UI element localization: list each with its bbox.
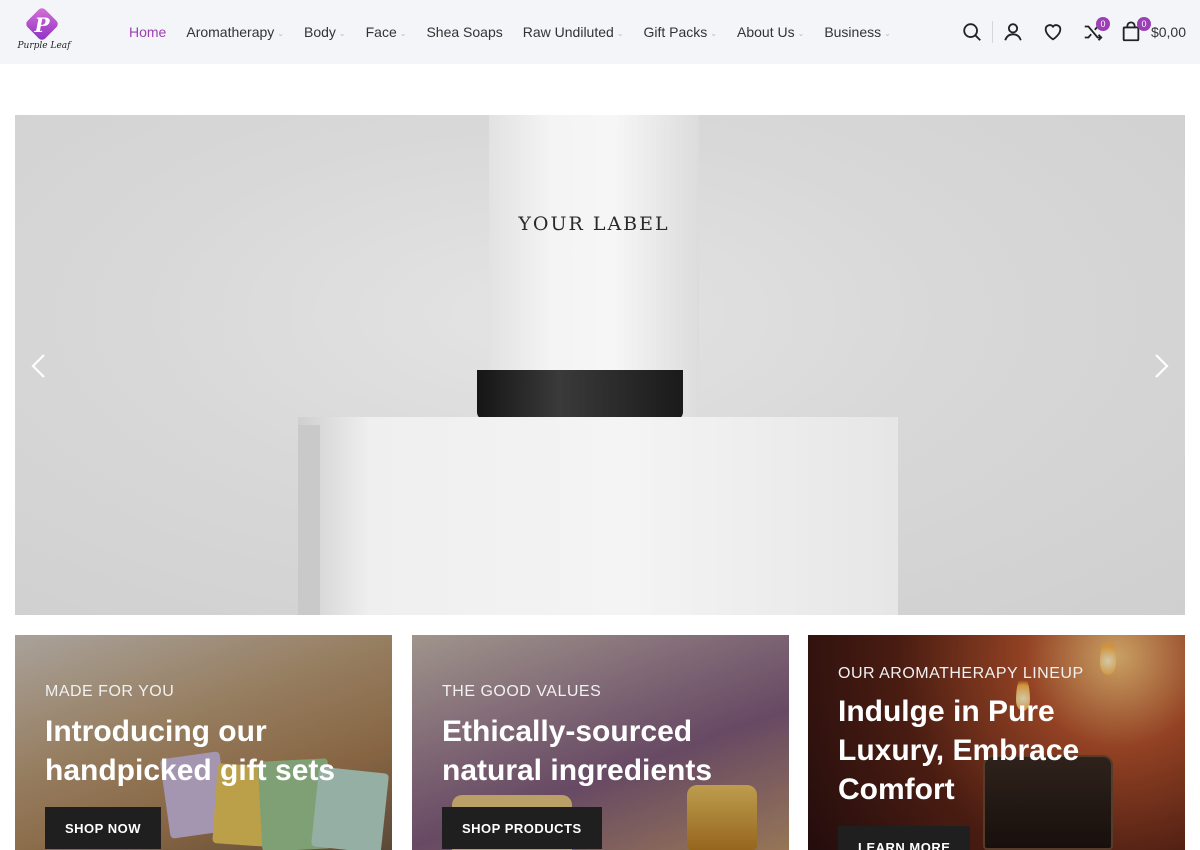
search-button[interactable]	[952, 12, 992, 52]
hero-bottle-label: YOUR LABEL	[518, 213, 670, 235]
nav-item-about-us[interactable]: About Us ⌄	[737, 24, 804, 40]
chevron-down-icon: ⌄	[399, 28, 407, 38]
logo[interactable]: P Purple Leaf	[16, 6, 72, 56]
nav-item-business[interactable]: Business ⌄	[824, 24, 891, 40]
hero-bottle-cap	[477, 370, 683, 420]
site-header: P Purple Leaf Home Aromatherapy ⌄ Body ⌄ F…	[0, 0, 1200, 64]
nav-label: Face	[365, 24, 397, 40]
shop-products-button[interactable]: SHOP PRODUCTS	[442, 807, 602, 849]
slider-next-button[interactable]	[1145, 351, 1175, 381]
promo-card-gift-sets[interactable]: MADE FOR YOU Introducing our handpicked …	[15, 635, 392, 850]
cart-count-badge: 0	[1136, 17, 1151, 31]
logo-text: Purple Leaf	[17, 41, 71, 51]
chevron-down-icon: ⌄	[797, 28, 805, 38]
hero-slider: YOUR LABEL	[15, 115, 1185, 615]
chevron-down-icon: ⌄	[277, 28, 284, 38]
nav-label: Business	[824, 24, 882, 40]
card-subtitle: MADE FOR YOU	[45, 683, 175, 700]
card-title: Indulge in Pure Luxury, Embrace Comfort	[838, 695, 1080, 806]
promo-card-ingredients[interactable]: THE GOOD VALUES Ethically-sourced natura…	[412, 635, 789, 850]
nav-label: Raw Undiluted	[522, 24, 614, 40]
learn-more-button[interactable]: LEARN MORE	[838, 826, 971, 850]
card-subtitle: THE GOOD VALUES	[442, 683, 602, 700]
chevron-left-icon	[31, 354, 45, 378]
logo-letter: P	[34, 13, 50, 37]
nav-item-aromatherapy[interactable]: Aromatherapy ⌄	[186, 24, 284, 40]
user-icon	[1004, 23, 1022, 41]
cart-total[interactable]: $0,00	[1151, 24, 1186, 40]
chevron-down-icon: ⌄	[616, 28, 624, 38]
nav-label: Body	[304, 24, 336, 40]
compare-count-badge: 0	[1095, 17, 1110, 31]
chevron-down-icon: ⌄	[710, 28, 718, 38]
compare-button[interactable]: 0	[1073, 12, 1113, 52]
cart-button[interactable]: 0	[1113, 12, 1151, 52]
nav-label: Home	[129, 24, 167, 40]
hero-pedestal-side	[298, 425, 320, 615]
card-subtitle: OUR AROMATHERAPY LINEUP	[838, 665, 1084, 682]
slider-prev-button[interactable]	[25, 351, 55, 381]
shop-now-button[interactable]: SHOP NOW	[45, 807, 161, 849]
card-title: Ethically-sourced natural ingredients	[442, 715, 713, 787]
chevron-down-icon: ⌄	[884, 28, 891, 38]
card-title: Introducing our handpicked gift sets	[45, 715, 336, 787]
nav-item-home[interactable]: Home	[129, 24, 166, 40]
nav-item-shea-soaps[interactable]: Shea Soaps	[426, 24, 502, 40]
nav-label: Gift Packs	[643, 24, 708, 40]
heart-icon	[1044, 24, 1062, 41]
nav-item-raw-undiluted[interactable]: Raw Undiluted ⌄	[523, 24, 624, 40]
nav-item-body[interactable]: Body ⌄	[304, 24, 346, 40]
nav-label: About Us	[737, 24, 795, 40]
wishlist-button[interactable]	[1033, 12, 1073, 52]
nav-item-gift-packs[interactable]: Gift Packs ⌄	[644, 24, 718, 40]
hero-pedestal	[298, 417, 898, 615]
promo-card-aromatherapy[interactable]: OUR AROMATHERAPY LINEUP Indulge in Pure …	[808, 635, 1185, 850]
nav-item-face[interactable]: Face ⌄	[366, 24, 407, 40]
nav-label: Aromatherapy	[186, 24, 275, 40]
account-button[interactable]	[993, 12, 1033, 52]
chevron-right-icon	[1155, 354, 1169, 378]
search-icon	[963, 23, 981, 41]
main-nav: Home Aromatherapy ⌄ Body ⌄ Face ⌄ Shea Soap…	[129, 0, 911, 64]
nav-label: Shea Soaps	[426, 24, 503, 40]
chevron-down-icon: ⌄	[338, 28, 346, 38]
header-tools: 0 0 $0,00	[952, 0, 1186, 64]
